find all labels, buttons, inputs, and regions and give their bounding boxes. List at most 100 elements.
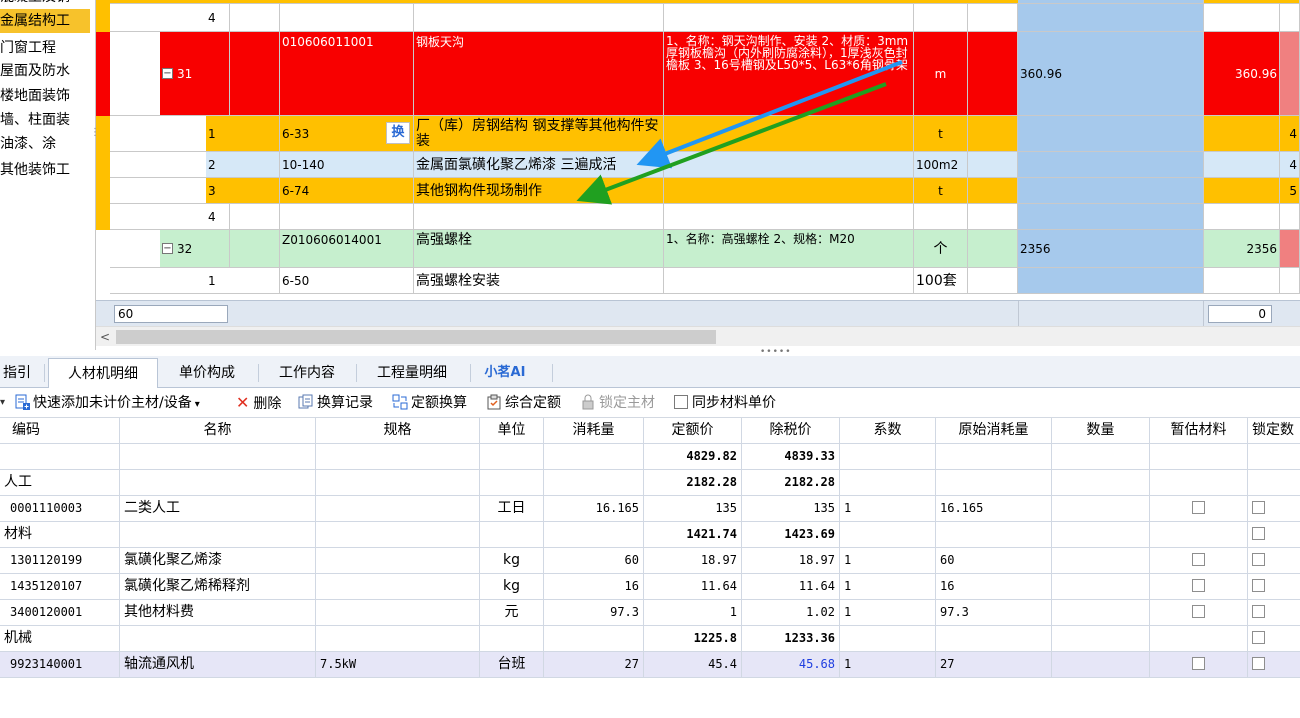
- col-header-unit[interactable]: 单位: [480, 418, 544, 444]
- cell-lock: [1248, 470, 1300, 496]
- tab-divider: [470, 364, 471, 382]
- estimate-checkbox[interactable]: [1192, 605, 1205, 618]
- cell-lock: [1248, 574, 1300, 600]
- estimate-checkbox[interactable]: [1192, 501, 1205, 514]
- tree-item-paint[interactable]: 油漆、涂: [0, 132, 90, 156]
- total-row[interactable]: 4829.82 4839.33: [0, 444, 1300, 470]
- tree-item-other-decor[interactable]: 其他装饰工: [0, 158, 90, 182]
- table-row[interactable]: 0001110003 二类人工 工日 16.165 135 135 1 16.165: [0, 496, 1300, 522]
- cell-spec: [316, 444, 480, 470]
- composite-icon: [487, 394, 501, 410]
- scroll-thumb[interactable]: [116, 330, 716, 344]
- col-header-code[interactable]: 编码: [0, 418, 120, 444]
- col-header-orig-consume[interactable]: 原始消耗量: [936, 418, 1052, 444]
- table-row[interactable]: 1301120199 氯磺化聚乙烯漆 kg 60 18.97 18.97 1 60: [0, 548, 1300, 574]
- quota-swap-button[interactable]: 定额换算: [392, 394, 467, 412]
- cell-tax-free: 2182.28: [742, 470, 840, 496]
- cell-spec: [316, 600, 480, 626]
- col-header-coefficient[interactable]: 系数: [840, 418, 936, 444]
- cell-lock: [1248, 496, 1300, 522]
- tab-guide[interactable]: 指引: [0, 358, 34, 388]
- col-header-spec[interactable]: 规格: [316, 418, 480, 444]
- pane-resize-grip[interactable]: •••••: [760, 348, 791, 357]
- group-row[interactable]: 人工 2182.28 2182.28: [0, 470, 1300, 496]
- footer-input[interactable]: 60: [114, 305, 228, 323]
- cell-lock: [1248, 626, 1300, 652]
- lock-checkbox[interactable]: [1252, 605, 1265, 618]
- composite-quota-label: 综合定额: [505, 395, 561, 411]
- col-header-estimated[interactable]: 暂估材料: [1150, 418, 1248, 444]
- tree-item-concrete[interactable]: 混凝土及钢: [0, 0, 90, 9]
- estimate-checkbox[interactable]: [1192, 579, 1205, 592]
- add-doc-icon: [15, 394, 30, 410]
- cell-consume: [544, 470, 644, 496]
- group-row[interactable]: 材料 1421.74 1423.69: [0, 522, 1300, 548]
- col-header-consume[interactable]: 消耗量: [544, 418, 644, 444]
- grid-footer: 60 0: [96, 300, 1300, 327]
- cell-consume: 97.3: [544, 600, 644, 626]
- tab-unit-price[interactable]: 单价构成: [162, 358, 252, 388]
- left-tree-panel: 混凝土及钢 金属结构工 门窗工程 屋面及防水 楼地面装饰 墙、柱面装 油漆、涂 …: [0, 0, 96, 350]
- tree-item-floor-decor[interactable]: 楼地面装饰: [0, 84, 90, 108]
- quick-add-button[interactable]: 快速添加未计价主材/设备 ▾: [14, 394, 200, 412]
- cell-spec: 7.5kW: [316, 652, 480, 678]
- cell-spec: [316, 470, 480, 496]
- tab-work-content[interactable]: 工作内容: [262, 358, 352, 388]
- resource-detail-table: 编码 名称 规格 单位 消耗量 定额价 除税价 系数 原始消耗量 数量 暂估材料…: [0, 418, 1300, 678]
- cell-lock: [1248, 652, 1300, 678]
- col-header-amount[interactable]: 数量: [1052, 418, 1150, 444]
- cell-unit: [480, 626, 544, 652]
- cell-spec: [316, 522, 480, 548]
- scroll-left-icon[interactable]: <: [98, 329, 112, 345]
- tree-item-metal-structure[interactable]: 金属结构工: [0, 9, 90, 33]
- horizontal-scrollbar[interactable]: <: [96, 326, 1300, 346]
- sync-price-label: 同步材料单价: [692, 395, 776, 411]
- delete-button[interactable]: ✕ 删除: [236, 394, 281, 413]
- cell-est: [1150, 522, 1248, 548]
- col-header-tax-free-price[interactable]: 除税价: [742, 418, 840, 444]
- tree-item-roof-waterproof[interactable]: 屋面及防水: [0, 59, 90, 83]
- lock-checkbox[interactable]: [1252, 527, 1265, 540]
- lock-checkbox[interactable]: [1252, 553, 1265, 566]
- estimate-checkbox[interactable]: [1192, 657, 1205, 670]
- swap-record-button[interactable]: 换算记录: [298, 394, 373, 412]
- quick-add-label: 快速添加未计价主材/设备: [33, 395, 192, 411]
- lock-checkbox[interactable]: [1252, 631, 1265, 644]
- checkbox-icon[interactable]: [674, 395, 688, 409]
- cell-tax-free: 11.64: [742, 574, 840, 600]
- lock-checkbox[interactable]: [1252, 501, 1265, 514]
- cell-unit: 台班: [480, 652, 544, 678]
- table-row[interactable]: 9923140001 轴流通风机 7.5kW 台班 27 45.4 45.68 1 27: [0, 652, 1300, 678]
- cell-coef: 1: [840, 548, 936, 574]
- table-row[interactable]: 1435120107 氯磺化聚乙烯稀释剂 kg 16 11.64 11.64 1 16: [0, 574, 1300, 600]
- tab-quantity-detail[interactable]: 工程量明细: [360, 358, 464, 388]
- col-header-quota-price[interactable]: 定额价: [644, 418, 742, 444]
- tree-item-doors-windows[interactable]: 门窗工程: [0, 36, 90, 60]
- splitter-grip[interactable]: ⋮: [90, 128, 100, 150]
- sync-price-checkbox[interactable]: 同步材料单价: [674, 394, 776, 412]
- footer-total-input[interactable]: 0: [1208, 305, 1272, 323]
- tab-labor-material[interactable]: 人材机明细: [48, 358, 158, 389]
- cell-name: [120, 470, 316, 496]
- col-header-lock[interactable]: 锁定数: [1248, 418, 1300, 444]
- col-header-name[interactable]: 名称: [120, 418, 316, 444]
- table-row[interactable]: 3400120001 其他材料费元 97.3 1 1.02 1 97.3: [0, 600, 1300, 626]
- cell-est: [1150, 444, 1248, 470]
- lock-main-button[interactable]: 锁定主材: [580, 394, 655, 412]
- tab-ai-assistant[interactable]: 小茗AI: [474, 358, 536, 388]
- tree-item-wall-column[interactable]: 墙、柱面装: [0, 108, 90, 132]
- cell-tax-free: 1.02: [742, 600, 840, 626]
- cell-quota: 18.97: [644, 548, 742, 574]
- estimate-checkbox[interactable]: [1192, 553, 1205, 566]
- cell-name: [120, 522, 316, 548]
- composite-quota-button[interactable]: 综合定额: [486, 394, 561, 412]
- dropdown-arrow-icon[interactable]: ▾: [0, 394, 5, 412]
- lock-checkbox[interactable]: [1252, 579, 1265, 592]
- cell-name: 其他材料费: [120, 600, 316, 626]
- swap-record-label: 换算记录: [317, 395, 373, 411]
- lock-checkbox[interactable]: [1252, 657, 1265, 670]
- cell-quota: 1421.74: [644, 522, 742, 548]
- cell-tax-free: 45.68: [742, 652, 840, 678]
- cell-lock: [1248, 548, 1300, 574]
- group-row[interactable]: 机械 1225.8 1233.36: [0, 626, 1300, 652]
